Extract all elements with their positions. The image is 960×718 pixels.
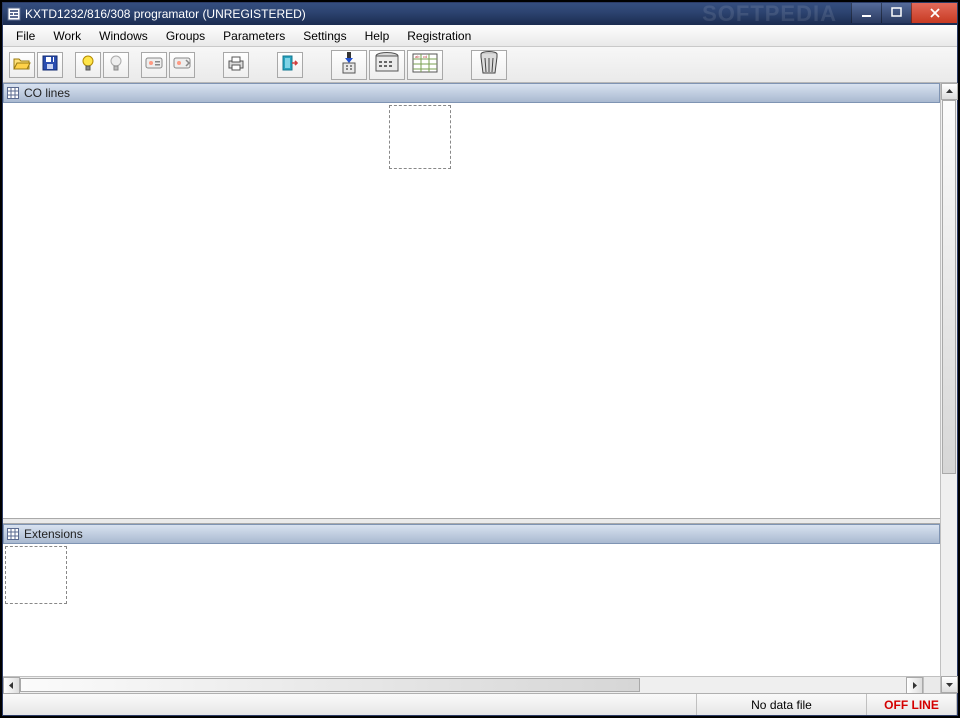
status-offline: OFF LINE	[867, 694, 957, 715]
window-controls	[851, 3, 957, 23]
bulb-on-button[interactable]	[75, 52, 101, 78]
work-area: CO lines Extensions	[3, 83, 957, 693]
scroll-up-button[interactable]	[941, 83, 958, 100]
open-button[interactable]	[9, 52, 35, 78]
svg-text:ab: ab	[415, 54, 420, 59]
trash-icon	[478, 50, 500, 79]
panel-body-extensions	[3, 544, 940, 676]
save-icon	[42, 55, 58, 74]
card-ext-button[interactable]	[169, 52, 195, 78]
horizontal-scrollbar[interactable]	[3, 676, 940, 693]
pbx-device-icon	[373, 51, 401, 78]
panel-header-extensions[interactable]: Extensions	[3, 524, 940, 544]
data-table-icon: abcd	[411, 51, 439, 78]
menu-registration[interactable]: Registration	[398, 26, 480, 46]
save-button[interactable]	[37, 52, 63, 78]
scroll-corner	[923, 677, 940, 693]
door-exit-icon	[281, 54, 299, 75]
co-placeholder-box[interactable]	[389, 105, 451, 169]
status-main	[3, 694, 697, 715]
printer-icon	[227, 55, 245, 74]
bulb-off-button[interactable]	[103, 52, 129, 78]
pbx-device-button[interactable]	[369, 50, 405, 80]
trash-button[interactable]	[471, 50, 507, 80]
status-datafile: No data file	[697, 694, 867, 715]
watermark: SOFTPEDIA	[702, 1, 837, 27]
menu-file[interactable]: File	[7, 26, 44, 46]
app-icon	[7, 7, 21, 21]
vscroll-thumb[interactable]	[942, 100, 956, 474]
lightbulb-on-icon	[80, 54, 96, 75]
toolbar: abcd	[3, 47, 957, 83]
menubar: File Work Windows Groups Parameters Sett…	[3, 25, 957, 47]
panel-header-co-lines[interactable]: CO lines	[3, 83, 940, 103]
titlebar: KXTD1232/816/308 programator (UNREGISTER…	[3, 3, 957, 25]
hscroll-track[interactable]	[20, 677, 906, 693]
panel-title-co-lines: CO lines	[24, 86, 70, 100]
card-ext-icon	[173, 56, 191, 73]
menu-help[interactable]: Help	[356, 26, 399, 46]
vscroll-track[interactable]	[941, 100, 957, 676]
data-table-button[interactable]: abcd	[407, 50, 443, 80]
vertical-scrollbar[interactable]	[940, 83, 957, 693]
scroll-down-button[interactable]	[941, 676, 958, 693]
upload-pbx-icon	[337, 51, 361, 78]
panel-grid-icon	[6, 527, 20, 541]
maximize-button[interactable]	[881, 3, 911, 23]
scroll-left-button[interactable]	[3, 677, 20, 694]
panel-title-extensions: Extensions	[24, 527, 83, 541]
statusbar: No data file OFF LINE	[3, 693, 957, 715]
exit-button[interactable]	[277, 52, 303, 78]
menu-work[interactable]: Work	[44, 26, 90, 46]
panel-grid-icon	[6, 86, 20, 100]
menu-groups[interactable]: Groups	[157, 26, 214, 46]
app-window: KXTD1232/816/308 programator (UNREGISTER…	[2, 2, 958, 716]
panel-body-co-lines	[3, 103, 940, 518]
close-button[interactable]	[911, 3, 957, 23]
lightbulb-off-icon	[108, 54, 124, 75]
card-co-icon	[145, 56, 163, 73]
print-button[interactable]	[223, 52, 249, 78]
content-column: CO lines Extensions	[3, 83, 940, 693]
upload-pbx-button[interactable]	[331, 50, 367, 80]
window-title: KXTD1232/816/308 programator (UNREGISTER…	[25, 7, 306, 21]
scroll-right-button[interactable]	[906, 677, 923, 694]
hscroll-thumb[interactable]	[20, 678, 640, 692]
minimize-button[interactable]	[851, 3, 881, 23]
svg-text:cd: cd	[423, 54, 427, 59]
menu-parameters[interactable]: Parameters	[214, 26, 294, 46]
menu-windows[interactable]: Windows	[90, 26, 157, 46]
menu-settings[interactable]: Settings	[294, 26, 355, 46]
card-co-button[interactable]	[141, 52, 167, 78]
open-folder-icon	[13, 55, 31, 74]
ext-placeholder-box[interactable]	[5, 546, 67, 604]
